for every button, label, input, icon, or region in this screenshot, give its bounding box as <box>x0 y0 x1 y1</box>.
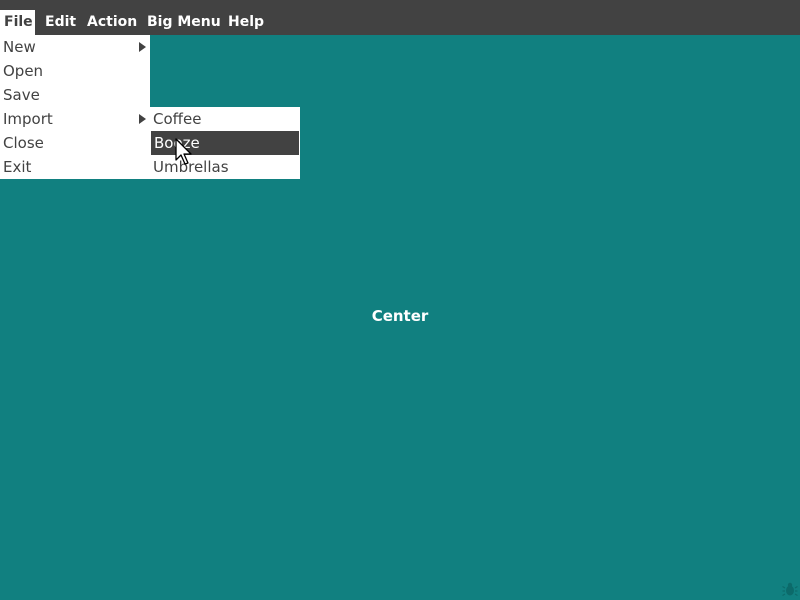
menubar-edit[interactable]: Edit <box>41 10 80 35</box>
center-label: Center <box>371 307 429 325</box>
menubar-help[interactable]: Help <box>224 10 268 35</box>
menu-item-label: Coffee <box>153 110 202 128</box>
menu-item-label: New <box>3 38 36 56</box>
menubar-file[interactable]: File <box>0 10 35 35</box>
menu-item-label: Exit <box>3 158 32 176</box>
menu-item-close[interactable]: Close <box>0 131 150 155</box>
import-submenu: Coffee Booze Umbrellas <box>150 107 300 179</box>
submenu-arrow-icon <box>139 42 146 52</box>
menu-item-label: Save <box>3 86 40 104</box>
menu-item-label: Import <box>3 110 53 128</box>
file-menu: New Open Save Import Close Exit <box>0 35 150 179</box>
menu-item-new[interactable]: New <box>0 35 150 59</box>
menubar-action[interactable]: Action <box>83 10 141 35</box>
menu-item-label: Open <box>3 62 44 80</box>
submenu-item-coffee[interactable]: Coffee <box>150 107 300 131</box>
menubar-big-menu[interactable]: Big Menu <box>143 10 225 35</box>
menubar: File Edit Action Big Menu Help <box>0 0 800 35</box>
bug-icon[interactable] <box>782 581 798 597</box>
menu-item-open[interactable]: Open <box>0 59 150 83</box>
menu-item-label: Close <box>3 134 44 152</box>
menu-item-save[interactable]: Save <box>0 83 150 107</box>
submenu-item-umbrellas[interactable]: Umbrellas <box>150 155 300 179</box>
menu-item-import[interactable]: Import <box>0 107 150 131</box>
menu-item-exit[interactable]: Exit <box>0 155 150 179</box>
submenu-arrow-icon <box>139 114 146 124</box>
mouse-pointer-icon <box>175 138 192 165</box>
submenu-item-booze[interactable]: Booze <box>151 131 299 155</box>
